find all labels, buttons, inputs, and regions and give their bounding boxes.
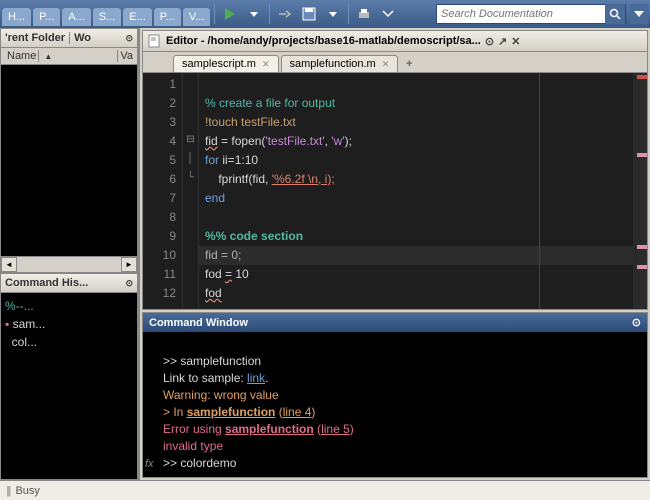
close-button[interactable]: ✕ <box>511 35 520 48</box>
status-bar: |||| Busy <box>0 480 650 500</box>
folder-columns: Name ▲ Va <box>1 48 137 65</box>
layout-dropdown[interactable] <box>630 4 648 24</box>
overview-ruler[interactable] <box>633 73 647 309</box>
col-name[interactable]: Name ▲ <box>3 50 118 62</box>
step-button[interactable] <box>274 3 296 25</box>
folder-hscroll[interactable]: ◄ ► <box>1 256 137 272</box>
new-tab-button[interactable]: + <box>400 55 418 72</box>
scroll-left-icon[interactable]: ◄ <box>1 257 17 272</box>
error-marker-icon[interactable] <box>637 75 647 79</box>
panel-menu-icon[interactable]: ⊙ <box>125 33 133 44</box>
search-button[interactable] <box>605 4 625 24</box>
history-item[interactable]: ▪ sam... <box>5 315 133 333</box>
link[interactable]: line 4 <box>283 405 312 419</box>
fold-icon[interactable]: ⊟ <box>183 130 198 149</box>
more-button[interactable] <box>377 3 399 25</box>
search-box <box>436 4 626 24</box>
main-toolbar: H... P... A... S... E... P... V... <box>0 0 650 28</box>
link[interactable]: line 5 <box>321 422 350 436</box>
panel-menu-icon[interactable]: ⊙ <box>485 35 494 48</box>
ribbon-tab[interactable]: P... <box>154 8 181 26</box>
print-button[interactable] <box>353 3 375 25</box>
warn-marker-icon[interactable] <box>637 153 647 157</box>
code-area[interactable]: 123456789101112 ⊟│└ % create a file for … <box>143 73 647 309</box>
editor-tab[interactable]: samplefunction.m✕ <box>281 55 399 72</box>
search-input[interactable] <box>437 8 605 20</box>
panel-menu-icon[interactable]: ⊙ <box>632 316 641 329</box>
tab-close-icon[interactable]: ✕ <box>382 59 390 70</box>
code-content[interactable]: % create a file for output !touch testFi… <box>199 73 633 309</box>
status-text: Busy <box>15 485 39 497</box>
editor-title-bar: Editor - /home/andy/projects/base16-matl… <box>143 31 647 52</box>
ribbon-tab[interactable]: P... <box>33 8 60 26</box>
editor-tab-bar: samplescript.m✕ samplefunction.m✕ + <box>143 52 647 73</box>
editor-tab[interactable]: samplescript.m✕ <box>173 55 279 72</box>
command-window-panel: Command Window ⊙ fx>> samplefunction Lin… <box>142 312 648 478</box>
save-dropdown[interactable] <box>322 3 344 25</box>
history-item[interactable]: %--... <box>5 297 133 315</box>
grip-icon: |||| <box>6 485 9 497</box>
ribbon-tab[interactable]: E... <box>123 8 152 26</box>
line-gutter: 123456789101112 <box>143 73 183 309</box>
current-folder-panel: 'rent Folder Wo ⊙ Name ▲ Va ◄ ► <box>0 28 138 273</box>
editor-panel: Editor - /home/andy/projects/base16-matl… <box>142 30 648 310</box>
ribbon-tab[interactable]: H... <box>2 8 31 26</box>
history-item[interactable]: col... <box>5 333 133 351</box>
maximize-button[interactable]: ↗ <box>498 35 507 48</box>
ribbon-tab[interactable]: V... <box>183 8 211 26</box>
run-dropdown[interactable] <box>243 3 265 25</box>
ribbon-tab[interactable]: S... <box>93 8 122 26</box>
command-history-panel: Command His... ⊙ %--... ▪ sam... col... <box>0 273 138 480</box>
link[interactable]: samplefunction <box>225 422 314 436</box>
folder-body[interactable] <box>1 65 137 256</box>
workspace-tab[interactable]: Wo <box>69 32 91 44</box>
run-button[interactable] <box>219 3 241 25</box>
save-button[interactable] <box>298 3 320 25</box>
folder-panel-title: 'rent Folder Wo ⊙ <box>1 29 137 48</box>
warn-marker-icon[interactable] <box>637 245 647 249</box>
command-window-body[interactable]: fx>> samplefunction Link to sample: link… <box>143 332 647 477</box>
panel-menu-icon[interactable]: ⊙ <box>125 278 133 289</box>
editor-icon <box>148 34 162 48</box>
link[interactable]: link <box>247 371 265 385</box>
warn-marker-icon[interactable] <box>637 265 647 269</box>
col-value[interactable]: Va <box>118 50 135 62</box>
tab-close-icon[interactable]: ✕ <box>262 59 270 70</box>
history-panel-title: Command His... ⊙ <box>1 274 137 293</box>
scroll-right-icon[interactable]: ► <box>121 257 137 272</box>
history-body[interactable]: %--... ▪ sam... col... <box>1 293 137 479</box>
ribbon-tab[interactable]: A... <box>62 8 91 26</box>
command-window-title: Command Window ⊙ <box>143 313 647 332</box>
fold-gutter[interactable]: ⊟│└ <box>183 73 199 309</box>
editor-title-text: Editor - /home/andy/projects/base16-matl… <box>166 35 481 47</box>
link[interactable]: samplefunction <box>187 405 276 419</box>
fx-icon[interactable]: fx <box>145 456 154 473</box>
